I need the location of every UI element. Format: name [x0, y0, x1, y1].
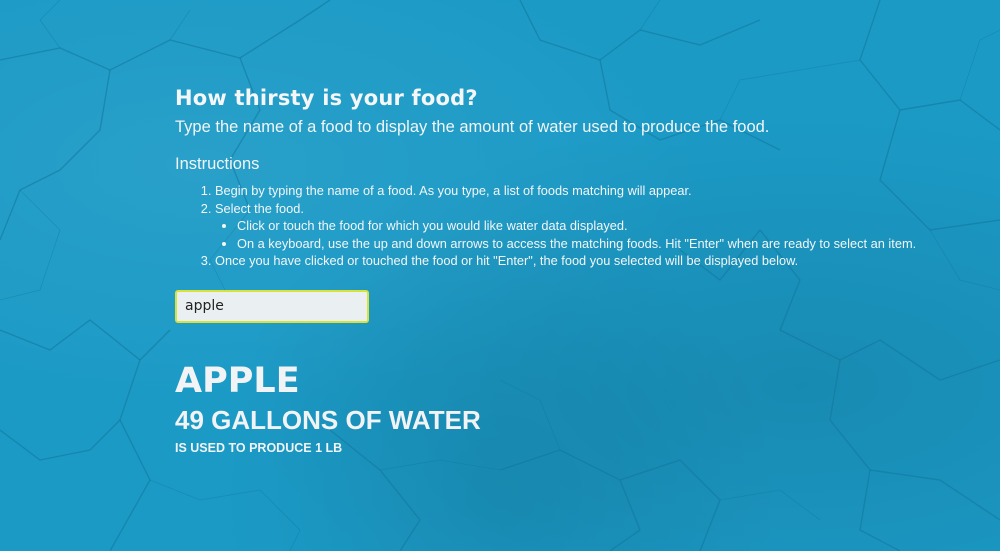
instructions-title: Instructions: [175, 155, 260, 173]
instruction-substeps: Click or touch the food for which you wo…: [215, 217, 975, 252]
page-title: How thirsty is your food?: [175, 86, 478, 110]
result-caption: IS USED TO PRODUCE 1 LB: [175, 440, 343, 455]
result-food-name: APPLE: [175, 360, 300, 401]
instruction-step: Select the food. Click or touch the food…: [215, 200, 975, 253]
food-search-input[interactable]: [175, 289, 369, 323]
instructions-list: Begin by typing the name of a food. As y…: [175, 182, 975, 270]
instruction-step: Once you have clicked or touched the foo…: [215, 252, 975, 270]
instruction-substep: On a keyboard, use the up and down arrow…: [237, 235, 975, 253]
main-content: How thirsty is your food? Type the name …: [175, 86, 975, 455]
instruction-step: Begin by typing the name of a food. As y…: [215, 182, 975, 200]
result-water-amount: 49 GALLONS OF WATER: [175, 404, 481, 435]
instruction-substep: Click or touch the food for which you wo…: [237, 217, 975, 235]
page-subtitle: Type the name of a food to display the a…: [175, 118, 770, 136]
